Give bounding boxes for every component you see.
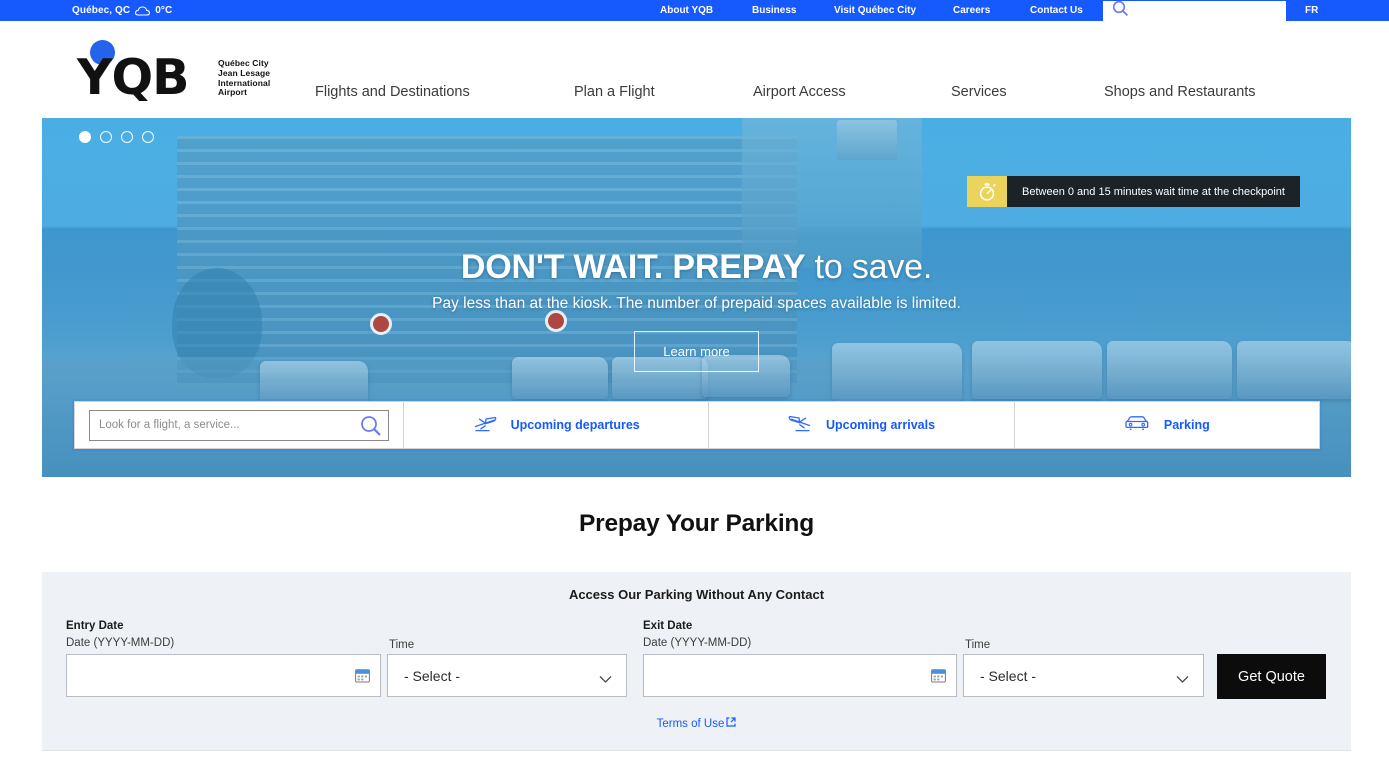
chevron-down-icon (599, 671, 612, 683)
checkpoint-wait-time-banner[interactable]: Between 0 and 15 minutes wait time at th… (967, 176, 1300, 207)
entry-date-field-label: Date (YYYY-MM-DD) (66, 637, 175, 649)
search-icon (1112, 0, 1129, 22)
hero-subtitle: Pay less than at the kiosk. The number o… (432, 295, 961, 312)
exit-time-select[interactable]: - Select - (963, 654, 1204, 697)
carousel-dot-3[interactable] (121, 131, 133, 143)
site-header: YQB Québec City Jean Lesage Internationa… (42, 21, 1351, 118)
nav-item-shops-and-restaurants[interactable]: Shops and Restaurants (1104, 84, 1256, 100)
top-link-careers[interactable]: Careers (953, 5, 990, 16)
quick-access-bar: Upcoming departures Upcoming arrivals (74, 401, 1320, 449)
prepay-title-section: Prepay Your Parking (42, 477, 1351, 572)
nav-item-airport-access[interactable]: Airport Access (753, 84, 846, 100)
page-left-margin (0, 21, 42, 759)
exit-time-value: - Select - (980, 667, 1037, 684)
nav-item-flights-and-destinations[interactable]: Flights and Destinations (315, 84, 470, 100)
stopwatch-icon (967, 176, 1007, 207)
exit-date-input[interactable] (643, 654, 957, 697)
entry-date-input[interactable] (66, 654, 381, 697)
terms-of-use-label: Terms of Use (656, 718, 725, 730)
car-icon (1124, 414, 1150, 437)
top-link-visit-quebec-city[interactable]: Visit Québec City (834, 5, 916, 16)
top-link-contact-us[interactable]: Contact Us (1030, 5, 1083, 16)
quickbar-item-parking[interactable]: Parking (1015, 402, 1319, 448)
page-right-margin (1351, 21, 1389, 759)
hero-title: DON'T WAIT. PREPAY to save. (42, 248, 1351, 287)
main-navigation: Flights and Destinations Plan a Flight A… (42, 21, 1351, 118)
carousel-dot-1[interactable] (79, 131, 91, 143)
top-link-about-yqb[interactable]: About YQB (660, 5, 713, 16)
entry-time-label: Time (389, 639, 415, 651)
entry-time-value: - Select - (404, 667, 461, 684)
page-root: Québec, QC 0°C About YQB Business Visit … (0, 0, 1389, 759)
airplane-departure-icon (473, 413, 497, 438)
hero-learn-more-button[interactable]: Learn more (634, 331, 759, 372)
hero-copy: DON'T WAIT. PREPAY to save. Pay less tha… (42, 248, 1351, 372)
exit-date-group-label: Exit Date (643, 620, 693, 632)
parking-quote-form: Access Our Parking Without Any Contact E… (42, 572, 1351, 750)
search-input[interactable] (99, 411, 354, 439)
quickbar-item-upcoming-arrivals[interactable]: Upcoming arrivals (709, 402, 1015, 448)
calendar-icon-exit[interactable] (931, 668, 946, 683)
carousel-dot-4[interactable] (142, 131, 154, 143)
quickbar-label-parking: Parking (1163, 418, 1210, 432)
chevron-down-icon-exit (1176, 671, 1189, 683)
global-search-box[interactable] (1103, 0, 1286, 22)
control-tower-graphic (837, 120, 897, 160)
calendar-icon[interactable] (355, 668, 370, 683)
top-link-business[interactable]: Business (752, 5, 796, 16)
nav-item-plan-a-flight[interactable]: Plan a Flight (574, 84, 655, 100)
entry-time-select[interactable]: - Select - (387, 654, 627, 697)
quickbar-search-cell (75, 402, 404, 448)
nav-item-services[interactable]: Services (951, 84, 1007, 100)
quickbar-label-arrivals: Upcoming arrivals (825, 418, 936, 432)
language-switcher-fr[interactable]: FR (1305, 0, 1318, 21)
wait-time-text: Between 0 and 15 minutes wait time at th… (1007, 176, 1300, 207)
terms-of-use-link[interactable]: Terms of Use (42, 717, 1351, 730)
weather-temperature: 0°C (155, 5, 173, 16)
carousel-dot-2[interactable] (100, 131, 112, 143)
form-subtitle: Access Our Parking Without Any Contact (568, 587, 825, 602)
search-icon[interactable] (360, 415, 382, 437)
search-field-wrapper[interactable] (89, 409, 389, 441)
page-bottom-divider (42, 750, 1351, 759)
carousel-indicators (79, 131, 154, 143)
weather-widget[interactable]: Québec, QC 0°C (72, 0, 172, 21)
airplane-arrival-icon (788, 413, 812, 438)
external-link-icon (726, 717, 736, 730)
hero-title-strong: DON'T WAIT. PREPAY (460, 248, 806, 286)
get-quote-button[interactable]: Get Quote (1217, 654, 1326, 699)
exit-date-field-label: Date (YYYY-MM-DD) (643, 637, 752, 649)
exit-time-label: Time (965, 639, 991, 651)
quickbar-item-upcoming-departures[interactable]: Upcoming departures (404, 402, 710, 448)
top-utility-bar: Québec, QC 0°C About YQB Business Visit … (0, 0, 1389, 21)
weather-location: Québec, QC (72, 5, 131, 16)
cloud-icon (135, 5, 151, 16)
hero-title-rest: to save. (805, 248, 933, 286)
page-title: Prepay Your Parking (579, 510, 814, 537)
quickbar-label-departures: Upcoming departures (510, 418, 640, 432)
entry-date-group-label: Entry Date (66, 620, 124, 632)
